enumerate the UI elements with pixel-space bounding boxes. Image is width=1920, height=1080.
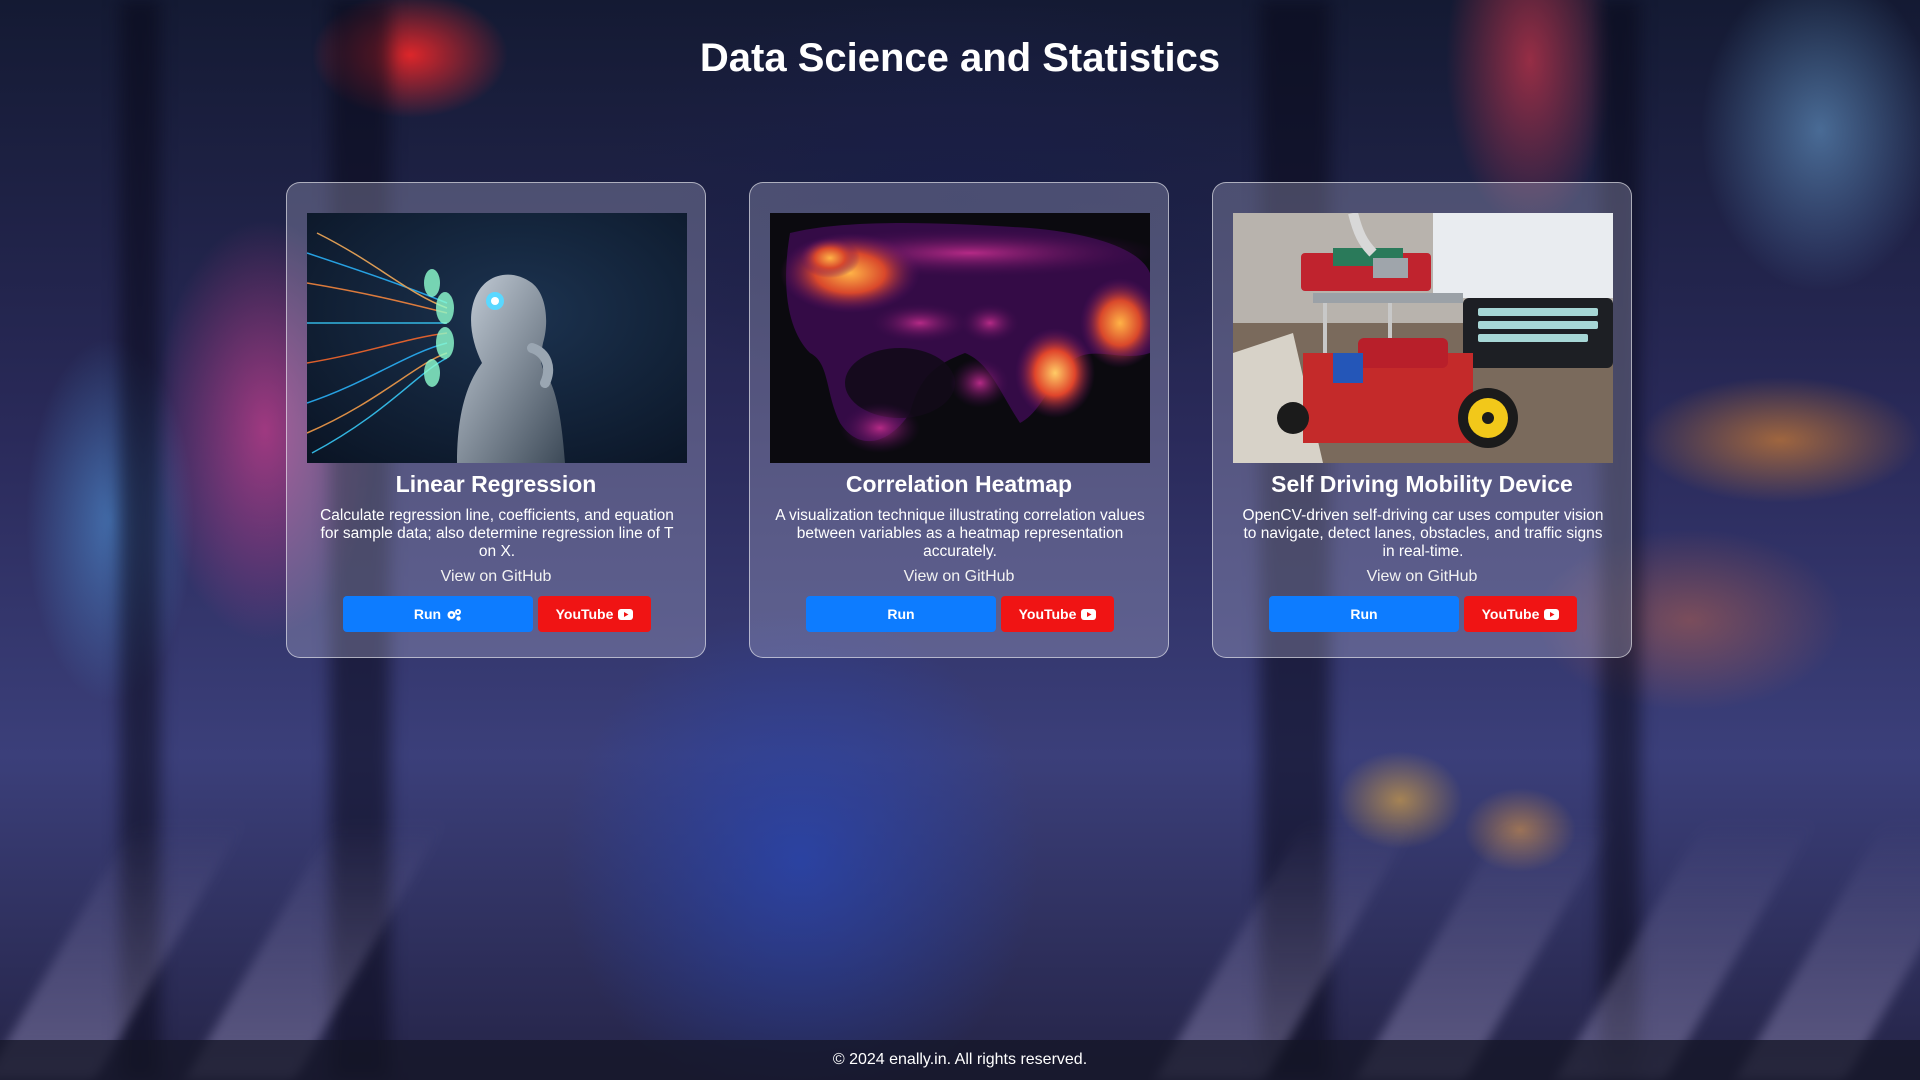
run-button[interactable]: Run xyxy=(1269,596,1459,632)
youtube-button[interactable]: YouTube xyxy=(1001,596,1114,632)
youtube-button-label: YouTube xyxy=(1018,606,1077,622)
world-heatmap-image xyxy=(770,213,1150,463)
view-on-github-link[interactable]: View on GitHub xyxy=(1213,568,1631,586)
view-on-github-link[interactable]: View on GitHub xyxy=(287,568,705,586)
card-description: Calculate regression line, coefficients,… xyxy=(320,507,674,560)
youtube-icon xyxy=(1081,608,1097,620)
run-button[interactable]: Run xyxy=(343,596,533,632)
ai-robot-thinking-image xyxy=(307,213,687,463)
card-title: Self Driving Mobility Device xyxy=(1271,471,1573,497)
footer: © 2024 enally.in. All rights reserved. xyxy=(0,1040,1920,1080)
card-title: Correlation Heatmap xyxy=(845,471,1073,497)
youtube-button[interactable]: YouTube xyxy=(538,596,651,632)
card-actions: Run YouTube xyxy=(750,596,1168,632)
project-card-correlation-heatmap: Correlation Heatmap A visualization tech… xyxy=(749,182,1169,658)
card-actions: Run YouTube xyxy=(287,596,705,632)
view-on-github-link[interactable]: View on GitHub xyxy=(750,568,1168,586)
robot-car-image xyxy=(1233,213,1613,463)
project-cards: Linear Regression Calculate regression l… xyxy=(286,182,1634,662)
youtube-icon xyxy=(618,608,634,620)
page-title: Data Science and Statistics xyxy=(699,36,1221,80)
card-title: Linear Regression xyxy=(395,471,597,497)
youtube-button-label: YouTube xyxy=(1481,606,1540,622)
youtube-icon xyxy=(1544,608,1560,620)
run-button-label: Run xyxy=(1350,606,1378,622)
project-card-linear-regression: Linear Regression Calculate regression l… xyxy=(286,182,706,658)
youtube-button-label: YouTube xyxy=(555,606,614,622)
youtube-button[interactable]: YouTube xyxy=(1464,596,1577,632)
run-button-label: Run xyxy=(413,606,442,622)
run-button-label: Run xyxy=(887,606,915,622)
copyright-text: © 2024 enally.in. All rights reserved. xyxy=(832,1051,1088,1068)
card-actions: Run YouTube xyxy=(1213,596,1631,632)
run-button[interactable]: Run xyxy=(806,596,996,632)
project-card-self-driving: Self Driving Mobility Device OpenCV-driv… xyxy=(1212,182,1632,658)
gears-icon xyxy=(446,608,462,621)
card-description: A visualization technique illustrating c… xyxy=(775,507,1145,560)
card-description: OpenCV-driven self-driving car uses comp… xyxy=(1242,507,1604,560)
